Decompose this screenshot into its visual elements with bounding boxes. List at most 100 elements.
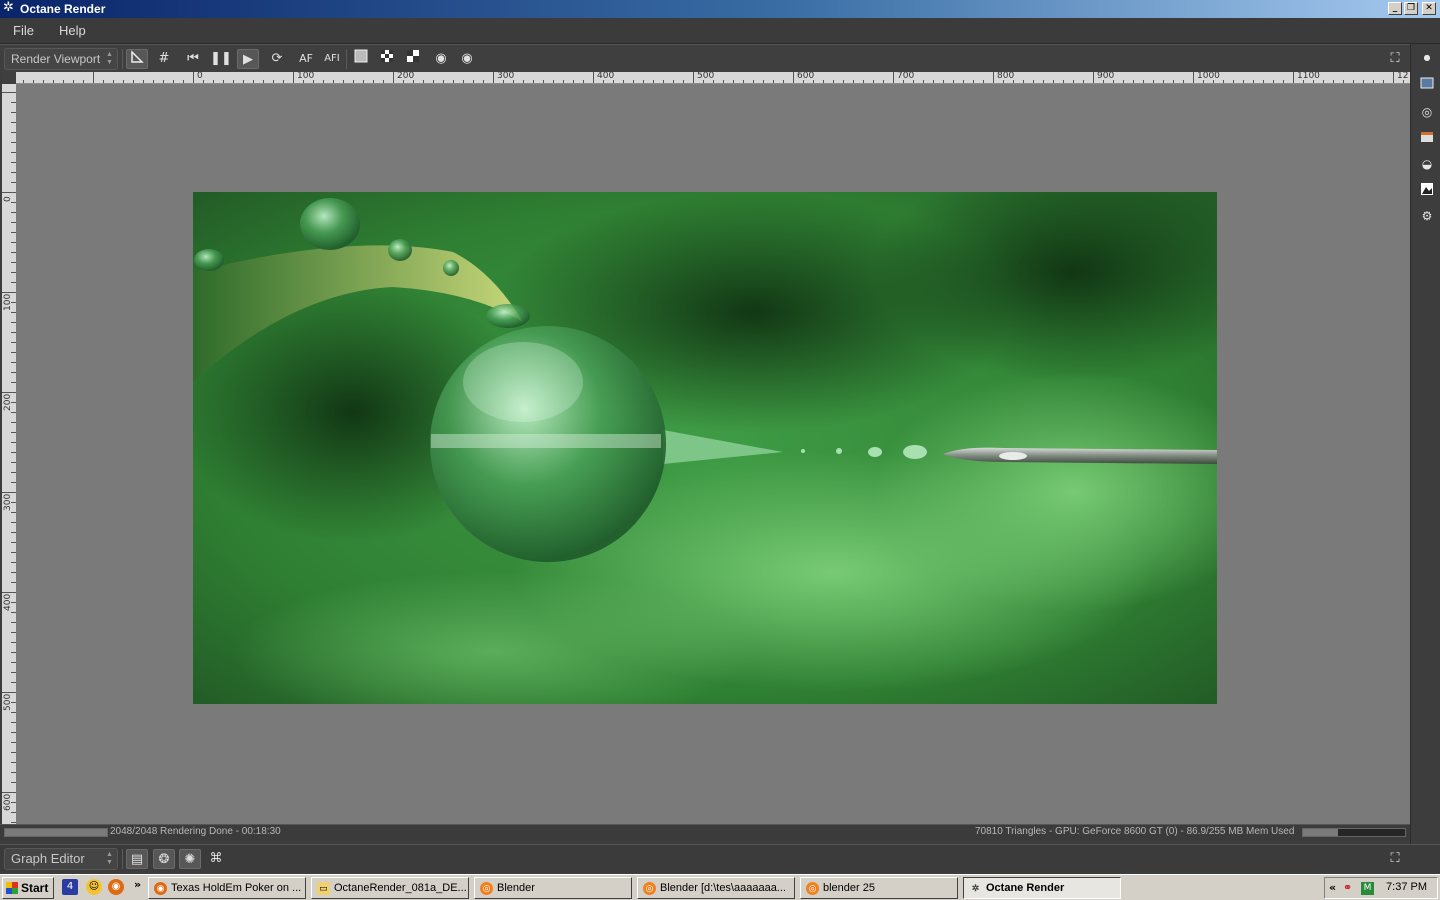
separator: [122, 849, 123, 869]
render-settings-panel-button[interactable]: ⚙: [1419, 208, 1435, 224]
ruler-toggle-button[interactable]: [126, 49, 148, 69]
ruler-top-label: 800: [997, 72, 1015, 81]
tray-chevron[interactable]: «: [1329, 881, 1336, 894]
quicklaunch-chevron[interactable]: »: [134, 878, 141, 891]
separator: [122, 49, 123, 69]
ruler-top-label: 12: [1397, 72, 1409, 81]
hash-icon: #: [158, 51, 170, 66]
quad-icon: [407, 50, 419, 62]
environment-panel-button[interactable]: ◒: [1419, 156, 1435, 172]
background-quad-button[interactable]: [402, 49, 424, 69]
grid-toggle-button[interactable]: #: [153, 49, 175, 69]
quicklaunch-smiley-icon[interactable]: ☺: [86, 879, 102, 895]
autofocus-button[interactable]: AF: [295, 49, 317, 69]
ruler-top-label: 1100: [1297, 72, 1320, 81]
render-status-text: 2048/2048 Rendering Done - 00:18:30: [110, 826, 281, 837]
taskbar-item[interactable]: ◎ Blender: [474, 877, 632, 899]
ruler-top-label: 1000: [1197, 72, 1220, 81]
image-icon: [1420, 77, 1434, 89]
start-label: Start: [21, 881, 49, 895]
ruler-top-label: 600: [797, 72, 815, 81]
start-render-button[interactable]: ▶: [237, 49, 259, 69]
close-button[interactable]: ✕: [1422, 2, 1436, 15]
ruler-left-label: 500: [3, 693, 13, 711]
add-texture-button[interactable]: ✺: [179, 849, 201, 869]
node-link-button[interactable]: ⌘: [205, 849, 227, 869]
window-title: Octane Render: [20, 2, 106, 16]
expand-icon: ⛶: [1390, 851, 1400, 866]
checker-icon: [381, 50, 393, 62]
taskbar-item[interactable]: ◎ Blender [d:\tes\aaaaaaa...: [637, 877, 795, 899]
blender-icon: ◎: [806, 882, 819, 895]
network-icon[interactable]: ⚭: [1343, 881, 1352, 894]
panel-icon: [1421, 132, 1433, 142]
texture-icon: ✺: [184, 852, 196, 867]
imager-panel-button[interactable]: [1419, 182, 1435, 198]
taskbar-item[interactable]: ▭ OctaneRender_081a_DE...: [311, 877, 469, 899]
system-tray: « ⚭ M 7:37 PM: [1324, 877, 1438, 899]
afi-label: AFI: [324, 53, 340, 64]
viewport-select[interactable]: Render Viewport ▲ ▼: [4, 48, 118, 70]
taskbar-item[interactable]: ◉ Texas HoldEm Poker on ...: [148, 877, 306, 899]
restore-button[interactable]: ❐: [1404, 2, 1418, 15]
taskbar-item[interactable]: ◎ blender 25: [800, 877, 958, 899]
octane-render-window: ✲ Octane Render _ ❐ ✕ File Help Render V…: [0, 0, 1440, 900]
viewport-select-label: Render Viewport: [11, 52, 101, 66]
maximize-viewport-button[interactable]: ⛶: [1384, 49, 1406, 69]
right-panel: ● ◎ ◒ ⚙: [1410, 44, 1440, 844]
background-solid-button[interactable]: [350, 49, 372, 69]
render-viewport[interactable]: [16, 84, 1410, 824]
memory-usage-bar: [1302, 828, 1406, 837]
graph-editor-select[interactable]: Graph Editor ▲ ▼: [4, 848, 118, 870]
taskbar-item-label: Texas HoldEm Poker on ...: [171, 882, 302, 894]
ruler-left-label: 100: [3, 293, 13, 311]
maximize-graph-button[interactable]: ⛶: [1384, 849, 1406, 869]
clock: 7:37 PM: [1386, 881, 1427, 893]
octane-logo-icon: ✲: [3, 0, 14, 15]
ruler-left: 0 100 200 300 400 500 600: [2, 84, 16, 824]
skip-back-icon: ⏮: [187, 51, 199, 66]
ruler-left-label: 0: [3, 196, 13, 202]
updown-arrows-icon: ▲ ▼: [106, 851, 113, 866]
taskbar-item-active[interactable]: ✲ Octane Render: [963, 877, 1121, 899]
add-material-button[interactable]: ❂: [153, 849, 175, 869]
ruler-left-label: 600: [3, 793, 13, 811]
ruler-icon: [131, 50, 144, 63]
title-bar: ✲ Octane Render _ ❐ ✕: [0, 0, 1440, 18]
ruler-corner: [2, 72, 16, 84]
start-button[interactable]: Start: [2, 877, 54, 899]
load-mesh-button[interactable]: ▤: [126, 849, 148, 869]
ruler-top-label: 0: [197, 72, 203, 81]
save-image-button[interactable]: ◉: [430, 49, 452, 69]
tray-app-icon[interactable]: M: [1361, 882, 1374, 895]
quicklaunch-firefox-icon[interactable]: ◉: [108, 879, 124, 895]
minimize-button[interactable]: _: [1388, 2, 1402, 15]
restart-render-button[interactable]: ⏮: [182, 49, 204, 69]
menu-file[interactable]: File: [13, 23, 34, 38]
save-image-as-button[interactable]: ◉: [456, 49, 478, 69]
viewport-toolbar: Render Viewport ▲ ▼ # ⏮ ❚❚ ▶ ⟳ AF AFI ◉ ◉…: [0, 44, 1410, 72]
firefox-icon: ◉: [154, 882, 167, 895]
camera-icon: ◎: [1421, 105, 1433, 119]
menu-help[interactable]: Help: [59, 23, 86, 38]
play-icon: ▶: [243, 52, 253, 67]
node-icon: ⌘: [209, 851, 223, 866]
kernel-panel-button[interactable]: [1419, 130, 1435, 146]
camera-panel-button[interactable]: ◎: [1419, 104, 1435, 120]
taskbar-item-label: Blender [d:\tes\aaaaaaa...: [660, 882, 786, 894]
refresh-button[interactable]: ⟳: [266, 49, 288, 69]
quicklaunch-app-icon[interactable]: 4: [62, 879, 78, 895]
pause-render-button[interactable]: ❚❚: [210, 49, 232, 69]
blender-icon: ◎: [480, 882, 493, 895]
landscape-icon: [1421, 183, 1433, 195]
autofocus-pick-button[interactable]: AFI: [321, 49, 343, 69]
updown-arrows-icon: ▲ ▼: [106, 51, 113, 66]
render-progress-fill: [5, 829, 107, 836]
background-checker-button[interactable]: [376, 49, 398, 69]
globe-save-icon: ◉: [435, 51, 447, 66]
refresh-icon: ⟳: [271, 51, 283, 66]
graph-editor-bar: Graph Editor ▲ ▼ ▤ ❂ ✺ ⌘ ⛶: [0, 844, 1440, 872]
image-panel-button[interactable]: [1419, 76, 1435, 92]
status-bar: 2048/2048 Rendering Done - 00:18:30 7081…: [0, 824, 1410, 840]
pause-icon: ❚❚: [210, 51, 232, 66]
